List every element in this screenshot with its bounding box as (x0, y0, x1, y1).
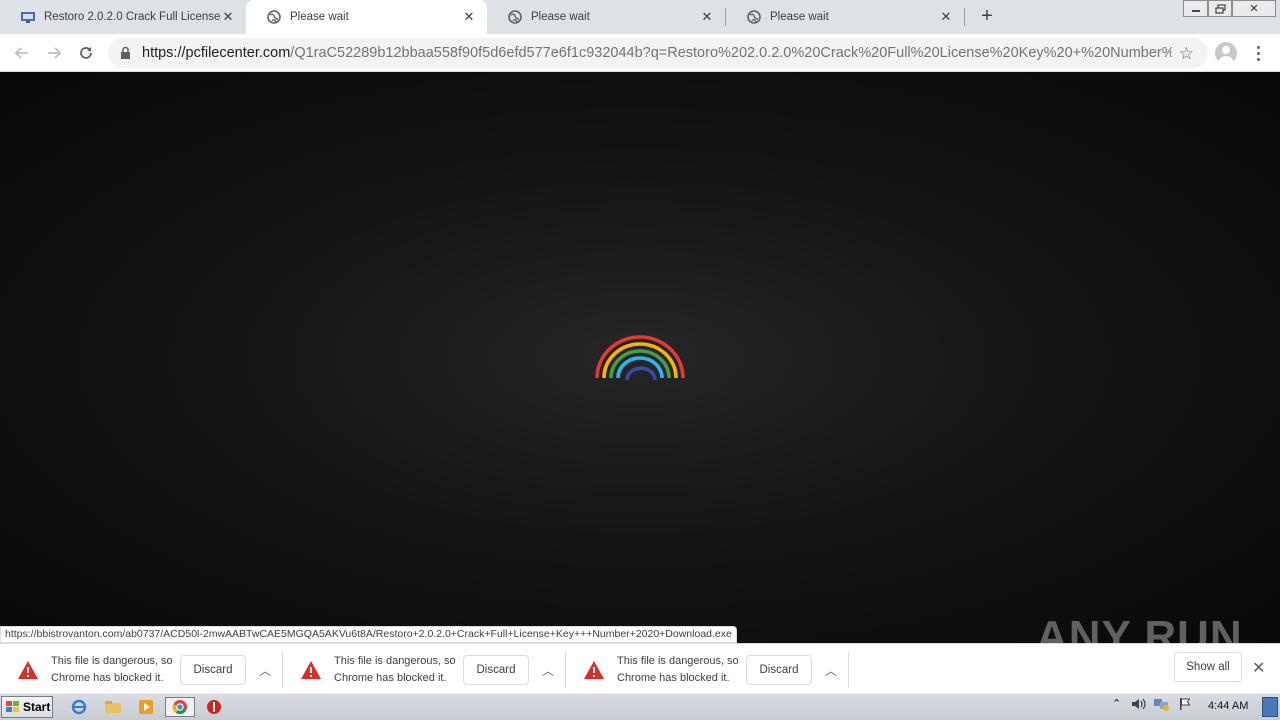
tab-separator (964, 8, 965, 26)
chrome-taskbar-icon[interactable] (165, 697, 195, 717)
chevron-up-icon[interactable]: ︿ (818, 662, 844, 679)
globe-icon (266, 9, 282, 25)
reload-icon (80, 47, 92, 59)
download-shelf: This file is dangerous, so Chrome has blo… (0, 643, 1280, 693)
restore-button[interactable] (1208, 0, 1232, 17)
tab-please-wait-2[interactable]: Please wait ✕ (487, 0, 725, 34)
divider (848, 652, 849, 688)
warning-icon (301, 661, 321, 679)
tab-title: Please wait (531, 11, 590, 23)
lock-icon[interactable] (120, 46, 134, 60)
rainbow-arc (625, 366, 657, 381)
download-warning-text: This file is dangerous, so Chrome has blo… (51, 655, 173, 684)
url-text[interactable]: https://pcfilecenter.com/Q1raC52289b12bb… (142, 45, 1172, 61)
globe-icon (507, 9, 523, 25)
tray-expand-icon[interactable]: ⌃ (1112, 697, 1121, 710)
file-explorer-icon[interactable] (102, 697, 124, 717)
restoro-favicon-icon (20, 9, 36, 25)
media-player-icon[interactable] (135, 697, 157, 717)
tab-strip: Restoro 2.0.2.0 Crack Full License Key ✕… (0, 0, 1280, 34)
download-item: This file is dangerous, so Chrome has blo… (283, 650, 566, 690)
reload-button[interactable] (74, 41, 98, 65)
window-close-button[interactable]: ✕ (1232, 0, 1276, 17)
network-icon[interactable] (1153, 697, 1169, 714)
close-icon[interactable]: ✕ (938, 9, 954, 25)
close-icon[interactable]: ✕ (220, 9, 236, 25)
minimize-icon (1191, 9, 1200, 12)
internet-explorer-icon[interactable] (68, 697, 90, 717)
tab-restoro[interactable]: Restoro 2.0.2.0 Crack Full License Key ✕ (0, 0, 246, 34)
chrome-menu-icon[interactable] (1252, 42, 1264, 64)
restore-icon (1214, 3, 1226, 14)
start-button[interactable]: Start (1, 696, 53, 718)
bookmark-star-icon[interactable]: ☆ (1179, 44, 1194, 64)
chevron-up-icon[interactable]: ︿ (252, 662, 278, 679)
discard-button[interactable]: Discard (463, 655, 529, 685)
tab-please-wait-3[interactable]: Please wait ✕ (726, 0, 964, 34)
download-item: This file is dangerous, so Chrome has blo… (566, 650, 849, 690)
chevron-up-icon[interactable]: ︿ (535, 662, 561, 679)
tab-title: Restoro 2.0.2.0 Crack Full License Key (44, 11, 220, 23)
tab-please-wait-active[interactable]: Please wait ✕ (246, 0, 487, 34)
windows-logo-icon (6, 701, 19, 712)
rainbow-loading-spinner (595, 335, 685, 381)
warning-icon (18, 661, 38, 679)
windows-taskbar: Start ⌃ 4:44 AM (0, 693, 1280, 720)
new-tab-button[interactable]: + (976, 5, 998, 27)
url-path: /Q1raC52289b12bbaa558f90f5d6efd577e6f1c9… (290, 45, 1172, 61)
security-alert-icon[interactable] (203, 697, 225, 717)
profile-avatar-icon[interactable] (1215, 42, 1237, 64)
toolbar: https://pcfilecenter.com/Q1raC52289b12bb… (0, 34, 1280, 72)
tab-title: Please wait (770, 11, 829, 23)
discard-button[interactable]: Discard (746, 655, 812, 685)
back-arrow-icon (14, 47, 28, 59)
show-all-button[interactable]: Show all (1174, 652, 1242, 682)
system-clock[interactable]: 4:44 AM (1208, 700, 1248, 712)
close-icon[interactable]: ✕ (461, 9, 477, 25)
page-content: ANY RUN https://bbistrovanton.com/ab0737… (0, 72, 1280, 661)
download-warning-text: This file is dangerous, so Chrome has blo… (334, 655, 456, 684)
minimize-button[interactable] (1183, 0, 1208, 17)
tab-title: Please wait (290, 11, 349, 23)
close-icon: ✕ (1249, 3, 1259, 15)
action-center-flag-icon[interactable] (1178, 697, 1192, 714)
globe-icon (746, 9, 762, 25)
warning-icon (584, 661, 604, 679)
show-desktop-button[interactable] (1262, 697, 1278, 717)
address-bar[interactable]: https://pcfilecenter.com/Q1raC52289b12bb… (108, 38, 1208, 68)
start-label: Start (23, 700, 51, 714)
forward-button[interactable] (42, 41, 66, 65)
close-icon[interactable]: ✕ (699, 9, 715, 25)
rainbow-arc (602, 342, 678, 379)
status-bubble-url: https://bbistrovanton.com/ab0737/ACD50l-… (0, 626, 737, 643)
download-warning-text: This file is dangerous, so Chrome has blo… (617, 655, 739, 684)
back-button[interactable] (10, 41, 34, 65)
volume-icon[interactable] (1130, 697, 1146, 714)
forward-arrow-icon (48, 47, 62, 59)
download-item: This file is dangerous, so Chrome has blo… (0, 650, 283, 690)
close-icon[interactable]: ✕ (1252, 658, 1265, 678)
url-host: https://pcfilecenter.com (142, 45, 291, 61)
discard-button[interactable]: Discard (180, 655, 246, 685)
